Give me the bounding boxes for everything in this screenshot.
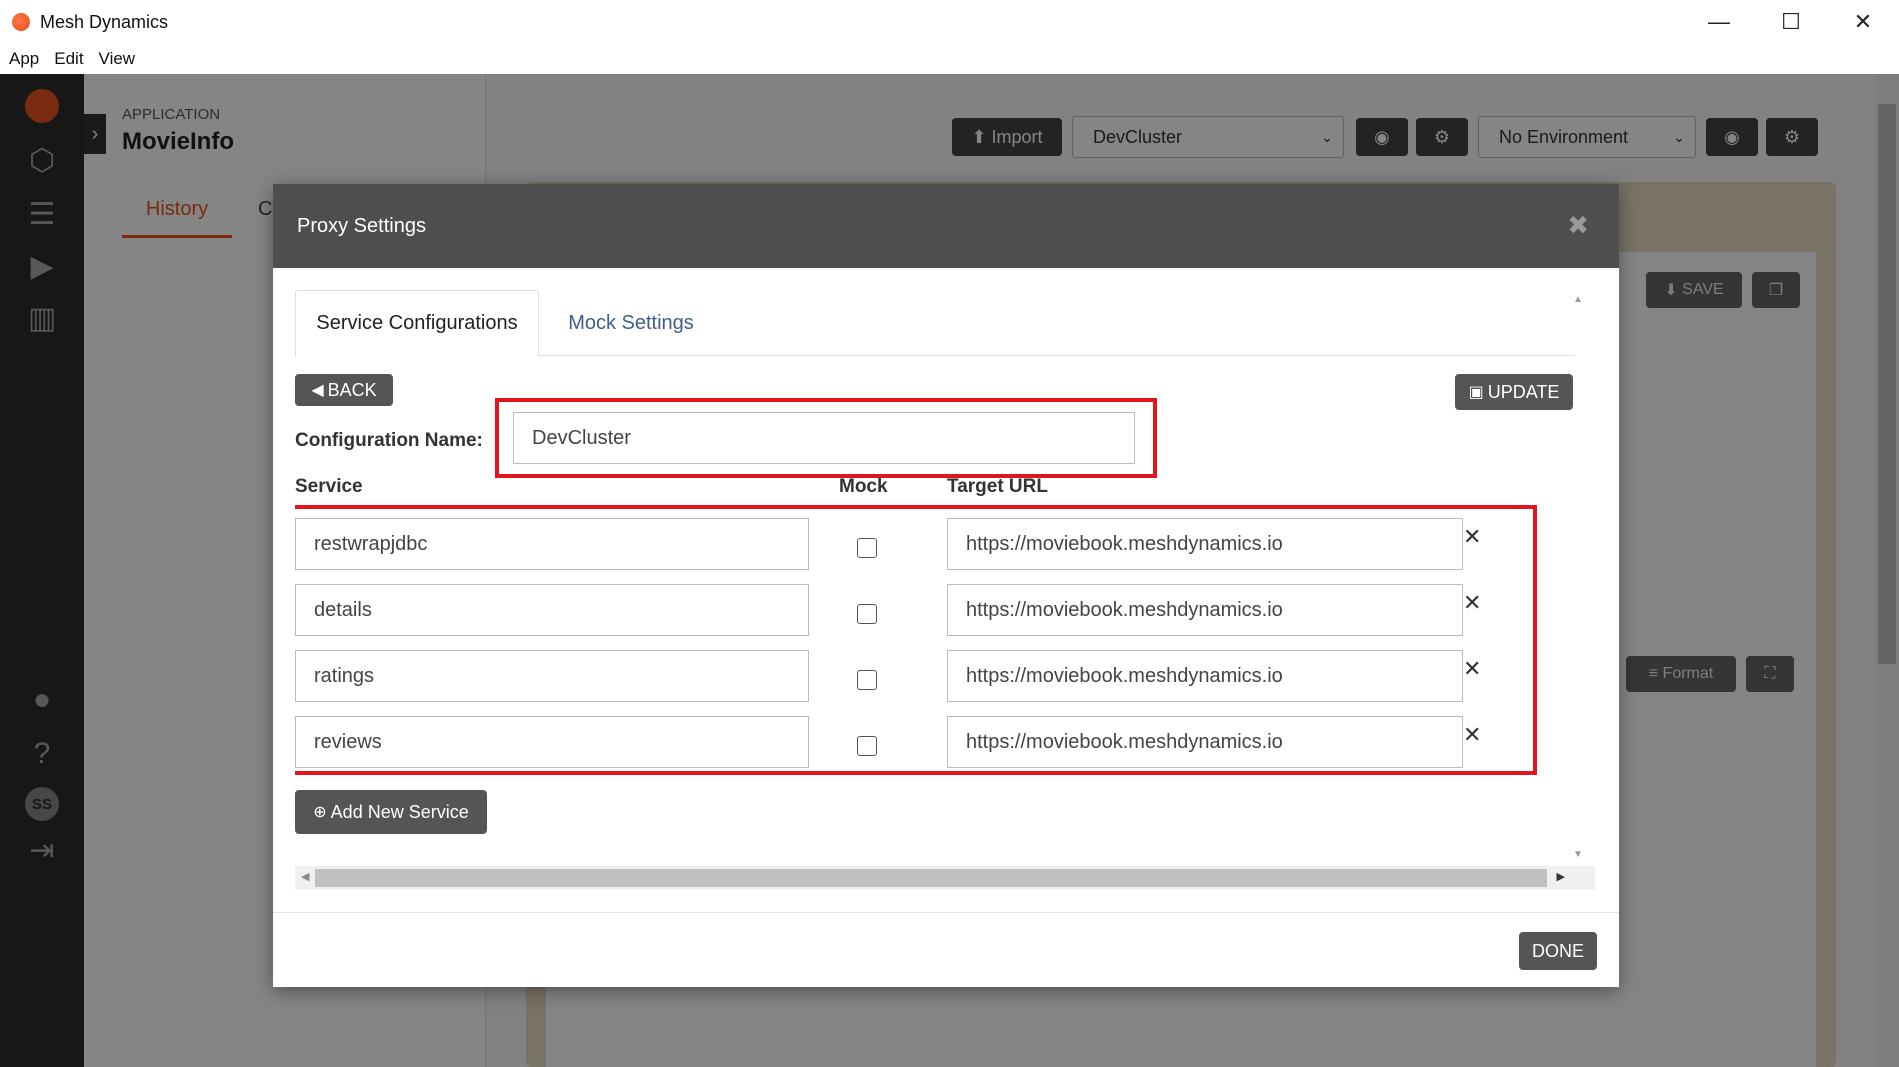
- close-window-button[interactable]: ✕: [1827, 0, 1899, 44]
- menu-edit[interactable]: Edit: [54, 49, 83, 69]
- delete-service-icon[interactable]: ✕: [1463, 524, 1481, 550]
- back-label: BACK: [327, 379, 377, 400]
- mock-checkbox[interactable]: [857, 538, 877, 558]
- modal-vertical-scrollbar[interactable]: ▲ ▼: [1567, 290, 1589, 860]
- mock-checkbox[interactable]: [857, 670, 877, 690]
- delete-service-icon[interactable]: ✕: [1463, 656, 1481, 682]
- update-button[interactable]: ▣ UPDATE: [1455, 374, 1573, 410]
- mock-checkbox[interactable]: [857, 736, 877, 756]
- delete-service-icon[interactable]: ✕: [1463, 722, 1481, 748]
- modal-body: Service Configurations Mock Settings ◀ BA…: [295, 290, 1595, 890]
- floppy-disk-icon: ▣: [1468, 384, 1484, 401]
- scroll-down-icon[interactable]: ▼: [1573, 849, 1583, 860]
- menu-app[interactable]: App: [9, 49, 39, 69]
- tab-bar: Service Configurations Mock Settings: [295, 290, 1575, 357]
- modal-horizontal-scrollbar[interactable]: ◀ ▶: [295, 866, 1595, 890]
- minimize-button[interactable]: —: [1683, 0, 1755, 44]
- mock-checkbox[interactable]: [857, 604, 877, 624]
- horizontal-scroll-thumb[interactable]: [315, 869, 1547, 887]
- target-url-column-header: Target URL: [947, 476, 1048, 497]
- modal-footer-divider: [273, 912, 1619, 913]
- target-url-input[interactable]: [947, 584, 1463, 636]
- tab-mock-settings[interactable]: Mock Settings: [539, 290, 723, 357]
- proxy-settings-modal: Proxy Settings ✖ Service Configurations …: [273, 184, 1619, 987]
- service-column-header: Service: [295, 476, 363, 497]
- title-bar: Mesh Dynamics — ☐ ✕: [0, 0, 1899, 44]
- update-label: UPDATE: [1487, 381, 1560, 402]
- mock-column-header: Mock: [839, 476, 888, 497]
- configuration-name-input[interactable]: [513, 412, 1135, 464]
- delete-service-icon[interactable]: ✕: [1463, 590, 1481, 616]
- scroll-up-icon[interactable]: ▲: [1573, 294, 1583, 305]
- maximize-button[interactable]: ☐: [1755, 0, 1827, 44]
- app-logo-icon: [12, 13, 30, 31]
- service-name-input[interactable]: [295, 650, 809, 702]
- modal-header: Proxy Settings ✖: [273, 184, 1619, 268]
- service-name-input[interactable]: [295, 584, 809, 636]
- menu-bar: App Edit View: [0, 44, 1899, 74]
- tab-service-configurations[interactable]: Service Configurations: [295, 290, 539, 357]
- window-title: Mesh Dynamics: [40, 11, 169, 32]
- add-new-service-button[interactable]: ⊕ Add New Service: [295, 790, 487, 834]
- add-new-service-label: Add New Service: [330, 801, 469, 822]
- back-button[interactable]: ◀ BACK: [295, 374, 393, 406]
- service-name-input[interactable]: [295, 716, 809, 768]
- close-icon[interactable]: ✖: [1567, 210, 1589, 241]
- modal-title: Proxy Settings: [297, 214, 426, 237]
- scroll-right-icon[interactable]: ▶: [1557, 870, 1565, 883]
- service-name-input[interactable]: [295, 518, 809, 570]
- window-controls: — ☐ ✕: [1683, 0, 1899, 44]
- configuration-name-label: Configuration Name:: [295, 430, 483, 451]
- target-url-input[interactable]: [947, 650, 1463, 702]
- target-url-input[interactable]: [947, 716, 1463, 768]
- plus-circle-icon: ⊕: [313, 804, 327, 821]
- menu-view[interactable]: View: [99, 49, 136, 69]
- done-button[interactable]: DONE: [1519, 932, 1597, 970]
- arrow-left-circle-icon: ◀: [311, 382, 324, 399]
- scroll-left-icon[interactable]: ◀: [301, 870, 309, 883]
- target-url-input[interactable]: [947, 518, 1463, 570]
